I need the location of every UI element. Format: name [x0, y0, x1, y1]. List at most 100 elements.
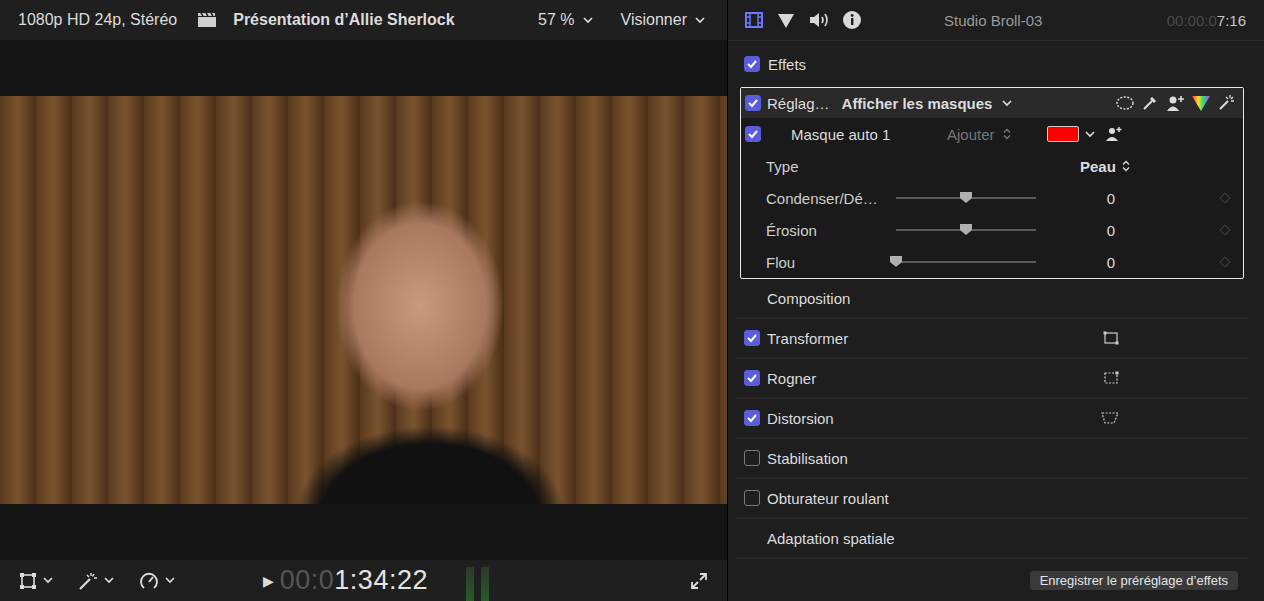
color-mask-icon[interactable] — [1191, 94, 1211, 112]
check-icon — [746, 412, 758, 424]
parameter-slider[interactable] — [896, 229, 1036, 231]
inspector-tab[interactable] — [742, 9, 766, 31]
inspector-tab[interactable] — [774, 9, 798, 31]
enhance-tool[interactable] — [77, 571, 114, 591]
updown-icon — [1122, 160, 1130, 172]
mask-display-menu[interactable]: Afficher les masques — [842, 95, 1013, 112]
parameter-slider[interactable] — [896, 197, 1036, 199]
check-icon — [746, 332, 758, 344]
parameter-label: Érosion — [766, 222, 890, 239]
inspector-section: Composition — [736, 279, 1248, 319]
viewer: 1080p HD 24p, StéréoPrésentation d’Allie… — [0, 0, 728, 601]
effect-name: Réglag… — [767, 95, 830, 112]
inspector-footer: Enregistrer le préréglage d’effets — [728, 560, 1264, 601]
parameter-value[interactable]: 0 — [1056, 190, 1166, 207]
view-menu[interactable]: Visionner — [621, 11, 705, 29]
chevron-icon — [695, 17, 705, 24]
inspector-tab[interactable] — [840, 8, 864, 32]
section-label: Transformer — [767, 330, 848, 347]
inspector-toolbar: Studio Broll-0300:00:07:16 — [728, 0, 1264, 41]
effect-checkbox[interactable] — [745, 95, 761, 111]
slider-knob[interactable] — [960, 192, 972, 203]
check-icon — [746, 372, 758, 384]
section-label: Composition — [744, 290, 850, 307]
transform-icon[interactable] — [1102, 330, 1120, 346]
mask-row: Masque auto 1 Ajouter — [741, 118, 1243, 150]
speed-tool[interactable] — [138, 570, 175, 592]
chevron-icon — [43, 577, 53, 584]
mask-checkbox[interactable] — [745, 126, 761, 142]
inspector-section: Adaptation spatiale — [736, 519, 1248, 559]
section-checkbox[interactable] — [744, 450, 760, 466]
color-icon — [776, 11, 796, 29]
effects-header: Effets — [736, 41, 1248, 87]
audio-meter — [481, 567, 489, 601]
section-label: Obturateur roulant — [767, 490, 889, 507]
slider-knob[interactable] — [890, 256, 902, 267]
inspector-section: Stabilisation — [736, 439, 1248, 479]
magic-wand-icon — [77, 571, 99, 591]
section-checkbox[interactable] — [744, 330, 760, 346]
section-checkbox[interactable] — [744, 410, 760, 426]
slider-knob[interactable] — [960, 224, 972, 235]
audio-meters — [466, 560, 489, 601]
mask-mode-popup[interactable]: Ajouter — [947, 126, 1037, 143]
audio-meter — [466, 567, 474, 601]
parameter-value[interactable]: 0 — [1056, 222, 1166, 239]
mask-color-swatch[interactable] — [1047, 126, 1079, 142]
parameter-slider[interactable] — [896, 261, 1036, 263]
speedometer-icon — [138, 570, 160, 592]
parameter-label: Flou — [766, 254, 890, 271]
chevron-icon — [583, 17, 593, 24]
magic-mask-icon[interactable] — [1217, 94, 1235, 112]
add-person-icon[interactable] — [1105, 126, 1123, 142]
inspector: Studio Broll-0300:00:07:16 Effets Réglag… A… — [728, 0, 1264, 601]
mask-name: Masque auto 1 — [791, 126, 941, 143]
chevron-icon — [104, 577, 114, 584]
chevron-icon[interactable] — [1085, 131, 1095, 138]
add-person-mask-icon[interactable] — [1165, 94, 1185, 112]
effect-header: Réglag… Afficher les masques — [741, 88, 1243, 118]
keyframe-icon[interactable] — [1219, 224, 1231, 236]
inspector-section: Transformer — [736, 319, 1248, 359]
final-cut-window: 1080p HD 24p, StéréoPrésentation d’Allie… — [0, 0, 1264, 601]
distort-icon[interactable] — [1100, 410, 1120, 426]
keyframe-icon[interactable] — [1219, 192, 1231, 204]
section-checkbox[interactable] — [744, 370, 760, 386]
viewer-bottom-bar: ▶ 00:01:34:22 — [0, 560, 727, 601]
eyedropper-icon[interactable] — [1141, 94, 1159, 112]
film-icon — [744, 11, 764, 29]
updown-icon — [1003, 128, 1011, 140]
transform-tool[interactable] — [18, 571, 53, 591]
video-frame — [0, 96, 727, 504]
keyframe-icon[interactable] — [1219, 256, 1231, 268]
save-preset-button[interactable]: Enregistrer le préréglage d’effets — [1030, 571, 1238, 590]
zoom-menu[interactable]: 57 % — [538, 11, 592, 29]
shape-mask-icon[interactable] — [1115, 95, 1135, 111]
mask-parameter-row: Condenser/Dé… 0 — [741, 182, 1243, 214]
mask-tools — [1115, 94, 1235, 112]
check-icon — [747, 97, 759, 109]
effects-checkbox[interactable] — [744, 56, 760, 72]
parameter-label: Type — [766, 158, 890, 175]
inspector-tab[interactable] — [806, 9, 832, 31]
clip-duration: 00:00:07:16 — [1167, 12, 1246, 29]
speaker-icon — [808, 11, 830, 29]
inspector-tabs — [742, 8, 864, 32]
chevron-icon — [1002, 100, 1012, 107]
chevron-icon — [165, 577, 175, 584]
check-icon — [747, 128, 759, 140]
parameter-label: Condenser/Dé… — [766, 190, 890, 207]
crop-icon[interactable] — [1102, 370, 1120, 386]
fullscreen-icon[interactable] — [689, 571, 709, 591]
section-checkbox[interactable] — [744, 490, 760, 506]
parameter-value[interactable]: 0 — [1056, 254, 1166, 271]
section-label: Rogner — [767, 370, 816, 387]
viewer-timecode: 00:01:34:22 — [280, 565, 428, 596]
play-button[interactable]: ▶ — [263, 573, 274, 589]
transform-icon — [18, 571, 38, 591]
type-popup[interactable]: Peau — [1080, 158, 1130, 175]
effects-label: Effets — [768, 56, 806, 73]
mask-parameter-row: Flou 0 — [741, 246, 1243, 278]
viewer-stage — [0, 40, 727, 560]
